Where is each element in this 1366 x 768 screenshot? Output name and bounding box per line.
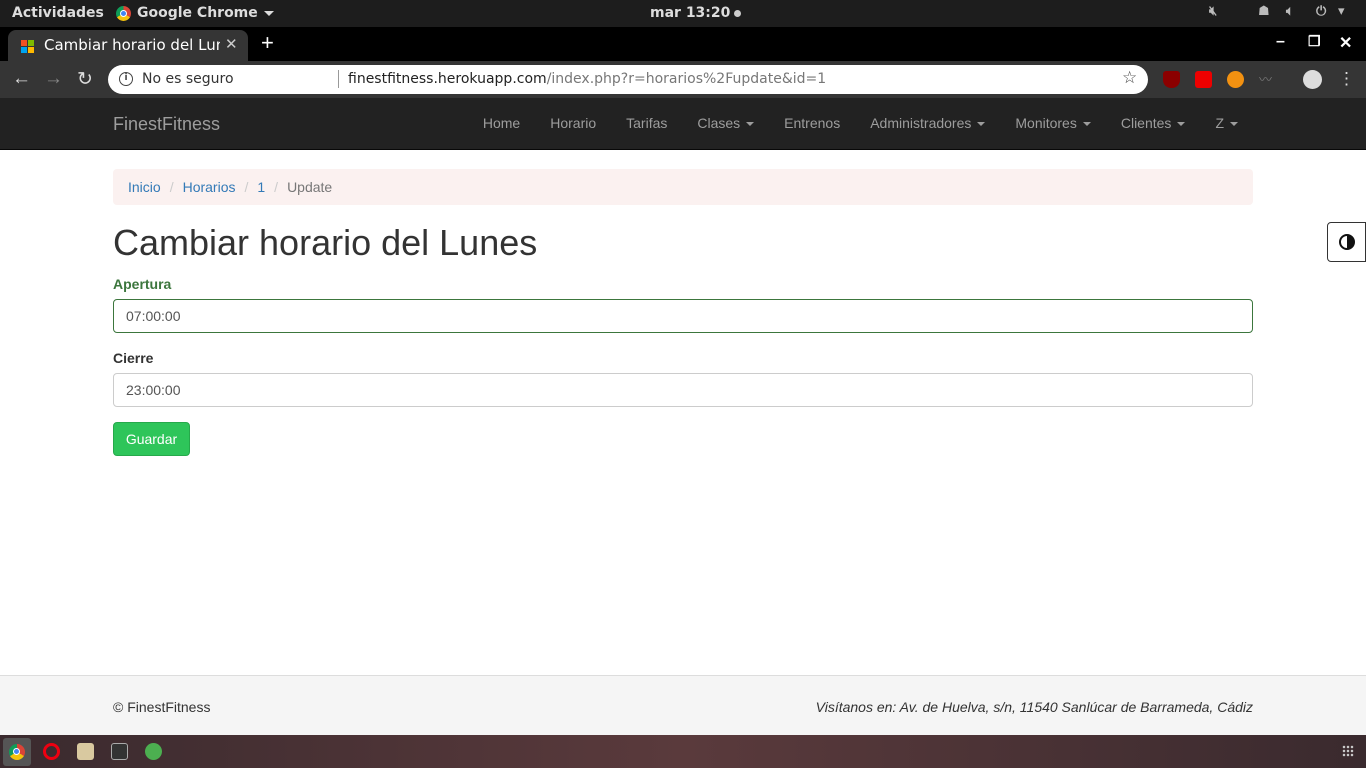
- nav-item-administradores[interactable]: Administradores: [855, 98, 1000, 148]
- caret-down-icon: [977, 122, 986, 127]
- nav-item-label: Monitores: [1015, 115, 1077, 131]
- breadcrumb-separator: /: [274, 179, 279, 195]
- extension-wave-icon[interactable]: 〰: [1259, 69, 1276, 87]
- nav-item-tarifas[interactable]: Tarifas: [611, 98, 682, 148]
- nav-item-home[interactable]: Home: [468, 98, 535, 148]
- address-separator: [338, 70, 339, 88]
- dock-files-icon[interactable]: [77, 743, 94, 760]
- notification-dot-icon: [734, 9, 742, 17]
- more-menu-icon[interactable]: ⋮: [1338, 69, 1355, 89]
- bookmark-star-icon[interactable]: ☆: [1122, 68, 1137, 88]
- extension-orange-icon[interactable]: [1227, 71, 1244, 88]
- app-menu[interactable]: Google Chrome: [116, 5, 274, 21]
- caret-down-icon: [1230, 122, 1238, 127]
- copyright-text: © FinestFitness: [113, 699, 211, 715]
- breadcrumb-current: Update: [287, 179, 333, 195]
- back-icon[interactable]: ←: [12, 68, 31, 90]
- nav-item-clientes[interactable]: Clientes: [1106, 98, 1201, 148]
- closing-time-input[interactable]: [113, 373, 1253, 407]
- maximize-icon[interactable]: ❐: [1308, 33, 1321, 50]
- chevron-down-icon: [263, 10, 274, 16]
- new-tab-icon[interactable]: +: [261, 30, 274, 56]
- caret-down-icon: [1082, 122, 1091, 127]
- breadcrumb-horarios[interactable]: Horarios: [183, 179, 236, 195]
- network-icon[interactable]: ☗: [1258, 4, 1270, 19]
- system-menu-chevron-icon[interactable]: ▾: [1338, 4, 1345, 19]
- contrast-icon: [1339, 234, 1355, 250]
- clock[interactable]: mar 13:20: [650, 5, 742, 21]
- dock-chrome-icon[interactable]: [3, 738, 31, 766]
- opening-time-input[interactable]: [113, 299, 1253, 333]
- profile-avatar-icon[interactable]: [1303, 70, 1322, 89]
- favicon-icon: [21, 40, 35, 54]
- nav-item-entrenos[interactable]: Entrenos: [769, 98, 855, 148]
- breadcrumb-id[interactable]: 1: [257, 179, 265, 195]
- nav-item-label: Tarifas: [626, 115, 668, 131]
- nav-item-label: Clientes: [1120, 115, 1172, 131]
- nav-item-label: Clases: [697, 115, 741, 131]
- closing-label: Cierre: [113, 350, 154, 366]
- browser-toolbar: ← → ↻ i No es seguro finestfitness.herok…: [0, 61, 1366, 98]
- nav-item-label: Entrenos: [784, 115, 841, 131]
- system-top-bar: Actividades Google Chrome mar 13:20 🔇︎ ☗…: [0, 0, 1366, 27]
- opening-label: Apertura: [113, 276, 172, 292]
- nav-item-horario[interactable]: Horario: [535, 98, 611, 148]
- nav-item-label: Home: [482, 115, 521, 131]
- forward-icon[interactable]: →: [44, 68, 63, 90]
- mute-icon[interactable]: 🔇︎: [1209, 4, 1217, 19]
- app-name: Google Chrome: [137, 5, 258, 21]
- breadcrumb-separator: /: [169, 179, 174, 195]
- chrome-icon: [116, 5, 131, 21]
- tab-strip: Cambiar horario del Lunes ✕ + – ❐ ✕: [0, 27, 1366, 61]
- dock-terminal-icon[interactable]: [111, 743, 128, 760]
- power-icon[interactable]: ⏻: [1316, 4, 1326, 19]
- lastpass-extension-icon[interactable]: [1195, 71, 1212, 88]
- tab-title: Cambiar horario del Lunes: [44, 36, 220, 54]
- nav-item-clases[interactable]: Clases: [682, 98, 769, 148]
- minimize-icon[interactable]: –: [1276, 33, 1285, 51]
- close-window-icon[interactable]: ✕: [1339, 33, 1352, 53]
- volume-icon[interactable]: 🔈︎: [1286, 4, 1294, 19]
- nav-menu: Home Horario Tarifas Clases Entrenos Administ…: [468, 98, 1253, 148]
- breadcrumb-separator: /: [244, 179, 249, 195]
- close-tab-icon[interactable]: ✕: [225, 35, 238, 53]
- dock-app-icon[interactable]: [145, 743, 162, 760]
- address-bar[interactable]: i No es seguro finestfitness.herokuapp.c…: [108, 65, 1148, 94]
- site-footer: © FinestFitness Visítanos en: Av. de Hue…: [0, 675, 1366, 735]
- caret-down-icon: [746, 122, 755, 127]
- nav-item-label: Administradores: [870, 115, 972, 131]
- nav-item-z[interactable]: Z: [1200, 98, 1253, 148]
- taskbar-dock: [0, 735, 1366, 768]
- dock-opera-icon[interactable]: [43, 743, 60, 760]
- site-navbar: FinestFitness Home Horario Tarifas Clases En…: [0, 98, 1366, 150]
- brand-link[interactable]: FinestFitness: [113, 114, 220, 135]
- security-label[interactable]: No es seguro: [142, 71, 234, 87]
- nav-item-monitores[interactable]: Monitores: [1000, 98, 1105, 148]
- info-icon[interactable]: i: [119, 72, 133, 86]
- url-text[interactable]: finestfitness.herokuapp.com/index.php?r=…: [348, 71, 826, 87]
- caret-down-icon: [1177, 122, 1186, 127]
- show-applications-icon[interactable]: [1342, 745, 1354, 757]
- breadcrumb-inicio[interactable]: Inicio: [128, 179, 161, 195]
- ublock-extension-icon[interactable]: [1163, 71, 1180, 88]
- save-button[interactable]: Guardar: [113, 422, 190, 456]
- browser-tab[interactable]: Cambiar horario del Lunes ✕: [8, 30, 248, 61]
- nav-item-label: Z: [1215, 115, 1224, 131]
- activities-button[interactable]: Actividades: [12, 5, 104, 21]
- nav-item-label: Horario: [550, 115, 597, 131]
- address-text: Visítanos en: Av. de Huelva, s/n, 11540 …: [815, 699, 1253, 715]
- page-title: Cambiar horario del Lunes: [113, 222, 538, 263]
- contrast-toggle-button[interactable]: [1327, 222, 1366, 262]
- reload-icon[interactable]: ↻: [77, 68, 93, 91]
- breadcrumb: Inicio / Horarios / 1 / Update: [113, 169, 1253, 205]
